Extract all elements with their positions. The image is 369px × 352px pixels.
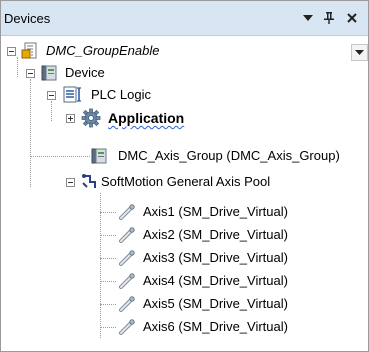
tree-label-axis: Axis2 (SM_Drive_Virtual) (143, 227, 288, 242)
devices-panel: Devices DMC_GroupEnable Device PLC Logic… (0, 0, 369, 352)
axis-icon (119, 204, 135, 220)
panel-header: Devices (1, 1, 368, 36)
tree-item-axis[interactable]: Axis5 (SM_Drive_Virtual) (1, 293, 368, 315)
project-icon (21, 42, 37, 59)
tree-label-axis: Axis6 (SM_Drive_Virtual) (143, 319, 288, 334)
project-dropdown-button[interactable] (351, 44, 368, 61)
device-icon (41, 65, 57, 81)
panel-title: Devices (4, 11, 51, 26)
axis-icon (119, 296, 135, 312)
device-icon (91, 148, 107, 164)
tree-label-axis: Axis3 (SM_Drive_Virtual) (143, 250, 288, 265)
close-button[interactable] (344, 10, 360, 26)
tree-item-plc-logic[interactable]: PLC Logic (1, 84, 368, 106)
panel-menu-button[interactable] (300, 10, 316, 26)
tree-item-axis-group[interactable]: DMC_Axis_Group (DMC_Axis_Group) (1, 145, 368, 167)
tree-label-axis: Axis1 (SM_Drive_Virtual) (143, 204, 288, 219)
chevron-down-icon (303, 15, 313, 21)
tree-item-device[interactable]: Device (1, 62, 368, 84)
tree-label-device: Device (65, 65, 105, 80)
tree-item-axis[interactable]: Axis4 (SM_Drive_Virtual) (1, 270, 368, 292)
axis-pool-icon (82, 174, 96, 188)
tree-item-axis[interactable]: Axis2 (SM_Drive_Virtual) (1, 224, 368, 246)
tree-label-axis: Axis4 (SM_Drive_Virtual) (143, 273, 288, 288)
tree-label-axis: Axis5 (SM_Drive_Virtual) (143, 296, 288, 311)
tree-item-application[interactable]: Application (1, 107, 368, 129)
collapse-toggle[interactable] (26, 69, 35, 78)
tree-label-plc-logic: PLC Logic (91, 87, 151, 102)
tree-label-axis-pool: SoftMotion General Axis Pool (101, 174, 271, 189)
collapse-toggle[interactable] (66, 178, 75, 187)
device-tree: DMC_GroupEnable Device PLC Logic Applica… (1, 36, 368, 351)
chevron-down-icon (355, 50, 364, 55)
tree-label-application: Application (108, 110, 185, 126)
tree-label-project: DMC_GroupEnable (46, 43, 160, 58)
pin-button[interactable] (321, 10, 337, 26)
expand-toggle[interactable] (66, 114, 75, 123)
axis-icon (119, 227, 135, 243)
plc-logic-icon (63, 86, 81, 103)
axis-icon (119, 250, 135, 266)
close-icon (347, 13, 357, 23)
tree-item-axis[interactable]: Axis6 (SM_Drive_Virtual) (1, 316, 368, 338)
axis-icon (119, 273, 135, 289)
tree-item-axis[interactable]: Axis1 (SM_Drive_Virtual) (1, 201, 368, 223)
tree-item-project[interactable]: DMC_GroupEnable (1, 40, 368, 62)
collapse-toggle[interactable] (47, 91, 56, 100)
pin-icon (324, 12, 334, 24)
tree-item-axis[interactable]: Axis3 (SM_Drive_Virtual) (1, 247, 368, 269)
tree-label-axis-group: DMC_Axis_Group (DMC_Axis_Group) (118, 148, 340, 163)
axis-icon (119, 319, 135, 335)
collapse-toggle[interactable] (7, 47, 16, 56)
gear-icon (81, 108, 101, 128)
tree-item-axis-pool[interactable]: SoftMotion General Axis Pool (1, 171, 368, 193)
